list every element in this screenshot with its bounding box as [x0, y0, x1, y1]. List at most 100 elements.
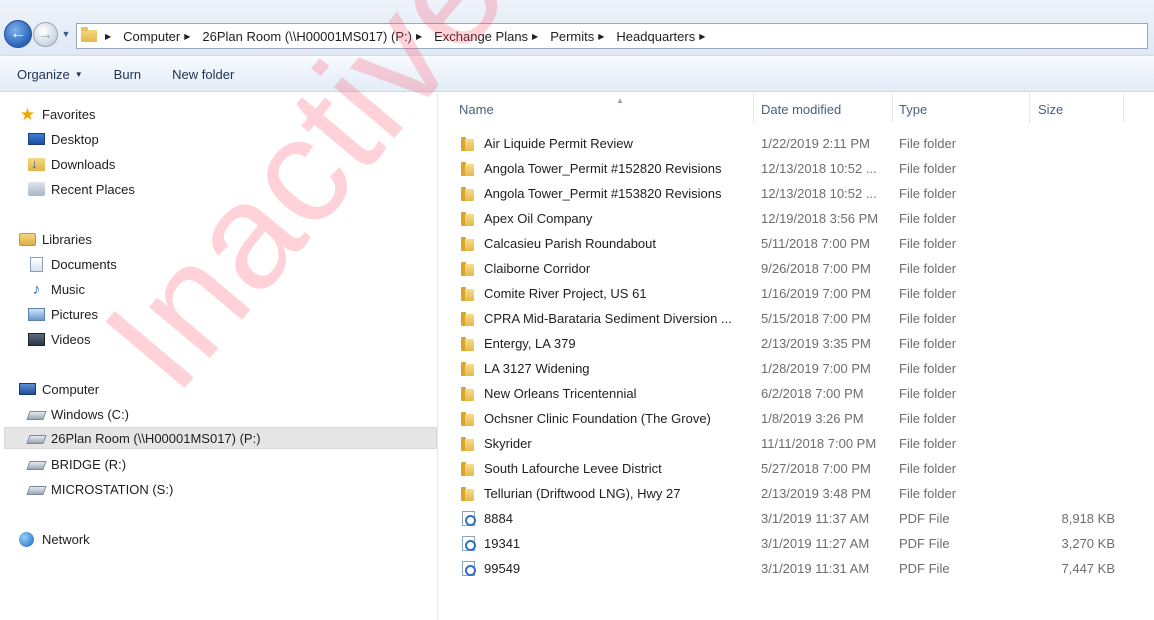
burn-button[interactable]: Burn	[114, 67, 141, 82]
file-name: Skyrider	[484, 436, 532, 451]
folder-row[interactable]: Calcasieu Parish Roundabout 5/11/2018 7:0…	[439, 231, 1154, 256]
pdf-file-icon	[462, 561, 476, 576]
file-name: Ochsner Clinic Foundation (The Grove)	[484, 411, 711, 426]
forward-button[interactable]: →	[33, 22, 58, 47]
downloads-folder-icon	[28, 156, 45, 171]
file-type: File folder	[899, 336, 957, 351]
folder-row[interactable]: Angola Tower_Permit #153820 Revisions 12/…	[439, 181, 1154, 206]
file-name: 8884	[484, 511, 513, 526]
file-name: South Lafourche Levee District	[484, 461, 662, 476]
network-drive-icon	[26, 461, 47, 470]
recent-pages-dropdown[interactable]: ▼	[60, 28, 72, 40]
music-note-icon: ♪	[32, 280, 41, 298]
folder-row[interactable]: Tellurian (Driftwood LNG), Hwy 27 2/13/20…	[439, 481, 1154, 506]
breadcrumb-exchange-plans[interactable]: Exchange Plans ▶	[434, 29, 544, 44]
chevron-right-icon[interactable]: ▶	[532, 32, 538, 41]
folder-row[interactable]: Entergy, LA 379 2/13/2019 3:35 PM File fol…	[439, 331, 1154, 356]
libraries-icon	[19, 232, 36, 246]
column-divider[interactable]	[753, 93, 754, 123]
back-button[interactable]: ←	[4, 20, 32, 48]
folder-icon	[461, 162, 476, 176]
folder-icon	[461, 487, 476, 501]
folder-row[interactable]: LA 3127 Widening 1/28/2019 7:00 PM File fo…	[439, 356, 1154, 381]
column-header-name[interactable]: ▲ Name	[459, 96, 749, 121]
network-drive-icon	[26, 486, 47, 495]
folder-icon	[461, 187, 476, 201]
folder-row[interactable]: CPRA Mid-Barataria Sediment Diversion ..…	[439, 306, 1154, 331]
nav-item-videos[interactable]: Videos	[28, 328, 91, 350]
breadcrumb-permits[interactable]: Permits ▶	[550, 29, 610, 44]
address-bar[interactable]: ▶ Computer ▶ 26Plan Room (\\H00001MS017) …	[76, 23, 1148, 49]
folder-row[interactable]: Ochsner Clinic Foundation (The Grove) 1/8…	[439, 406, 1154, 431]
nav-item-pictures[interactable]: Pictures	[28, 303, 98, 325]
nav-item-desktop[interactable]: Desktop	[28, 128, 99, 150]
column-divider[interactable]	[892, 93, 893, 123]
file-row[interactable]: 19341 3/1/2019 11:27 AM PDF File 3,270 KB	[439, 531, 1154, 556]
file-name: Calcasieu Parish Roundabout	[484, 236, 656, 251]
nav-computer[interactable]: Computer	[19, 378, 99, 400]
chevron-right-icon[interactable]: ▶	[699, 32, 705, 41]
column-header-type[interactable]: Type	[899, 97, 1019, 121]
file-size: 7,447 KB	[1061, 561, 1116, 576]
folder-row[interactable]: Angola Tower_Permit #152820 Revisions 12/…	[439, 156, 1154, 181]
nav-favorites[interactable]: ★ Favorites	[19, 103, 96, 125]
nav-item-bridge-r[interactable]: BRIDGE (R:)	[26, 453, 126, 475]
date-modified: 12/13/2018 10:52 ...	[761, 186, 877, 201]
nav-item-recent-places[interactable]: Recent Places	[28, 178, 135, 200]
nav-item-documents[interactable]: Documents	[28, 253, 117, 275]
chevron-right-icon[interactable]: ▶	[416, 32, 422, 41]
folder-row[interactable]: Air Liquide Permit Review 1/22/2019 2:11 …	[439, 131, 1154, 156]
file-type: File folder	[899, 186, 957, 201]
folder-row[interactable]: South Lafourche Levee District 5/27/2018 …	[439, 456, 1154, 481]
date-modified: 1/8/2019 3:26 PM	[761, 411, 864, 426]
organize-button[interactable]: Organize ▼	[17, 67, 83, 82]
nav-libraries[interactable]: Libraries	[19, 228, 92, 250]
file-type: File folder	[899, 486, 957, 501]
nav-item-26plan-room-p[interactable]: 26Plan Room (\\H00001MS017) (P:)	[4, 427, 437, 449]
column-divider[interactable]	[1123, 93, 1124, 123]
folder-icon	[461, 312, 476, 326]
nav-item-windows-c[interactable]: Windows (C:)	[26, 403, 129, 425]
recent-places-icon	[28, 182, 45, 196]
breadcrumb-computer[interactable]: Computer ▶	[123, 29, 196, 44]
file-row[interactable]: 8884 3/1/2019 11:37 AM PDF File 8,918 KB	[439, 506, 1154, 531]
file-type: File folder	[899, 161, 957, 176]
folder-row[interactable]: New Orleans Tricentennial 6/2/2018 7:00 P…	[439, 381, 1154, 406]
column-header-date-modified[interactable]: Date modified	[761, 97, 891, 121]
folder-icon	[461, 437, 476, 451]
nav-item-downloads[interactable]: Downloads	[28, 153, 115, 175]
date-modified: 11/11/2018 7:00 PM	[761, 436, 877, 451]
folder-icon	[81, 27, 97, 42]
pdf-file-icon	[462, 511, 476, 526]
chevron-right-icon[interactable]: ▶	[184, 32, 190, 41]
folder-row[interactable]: Skyrider 11/11/2018 7:00 PM File folder	[439, 431, 1154, 456]
folder-icon	[461, 387, 476, 401]
file-name: Apex Oil Company	[484, 211, 593, 226]
folder-row[interactable]: Claiborne Corridor 9/26/2018 7:00 PM File …	[439, 256, 1154, 281]
file-type: PDF File	[899, 511, 950, 526]
breadcrumb-drive[interactable]: 26Plan Room (\\H00001MS017) (P:) ▶	[202, 29, 428, 44]
date-modified: 9/26/2018 7:00 PM	[761, 261, 871, 276]
breadcrumb-headquarters[interactable]: Headquarters ▶	[616, 29, 711, 44]
nav-network[interactable]: Network	[19, 528, 90, 550]
column-divider[interactable]	[1029, 93, 1030, 123]
column-header-size[interactable]: Size	[1038, 97, 1118, 121]
file-type: PDF File	[899, 561, 950, 576]
nav-item-microstation-s[interactable]: MICROSTATION (S:)	[26, 478, 173, 500]
chevron-down-icon: ▼	[61, 29, 71, 39]
folder-icon	[461, 462, 476, 476]
file-type: File folder	[899, 211, 957, 226]
navigation-pane[interactable]: ★Favorites Desktop Downloads Recent Plac…	[0, 93, 438, 620]
file-row[interactable]: 99549 3/1/2019 11:31 AM PDF File 7,447 KB	[439, 556, 1154, 581]
chevron-right-icon[interactable]: ▶	[598, 32, 604, 41]
star-icon: ★	[19, 104, 36, 124]
file-list-pane[interactable]: ▲ Name Date modified Type Size Air Liqui…	[439, 93, 1154, 620]
nav-item-music[interactable]: ♪ Music	[28, 278, 85, 300]
file-size: 3,270 KB	[1061, 536, 1116, 551]
new-folder-button[interactable]: New folder	[172, 67, 234, 82]
date-modified: 5/27/2018 7:00 PM	[761, 461, 871, 476]
date-modified: 12/19/2018 3:56 PM	[761, 211, 879, 226]
hard-drive-icon	[26, 411, 47, 420]
folder-row[interactable]: Comite River Project, US 61 1/16/2019 7:0…	[439, 281, 1154, 306]
folder-row[interactable]: Apex Oil Company 12/19/2018 3:56 PM File f…	[439, 206, 1154, 231]
